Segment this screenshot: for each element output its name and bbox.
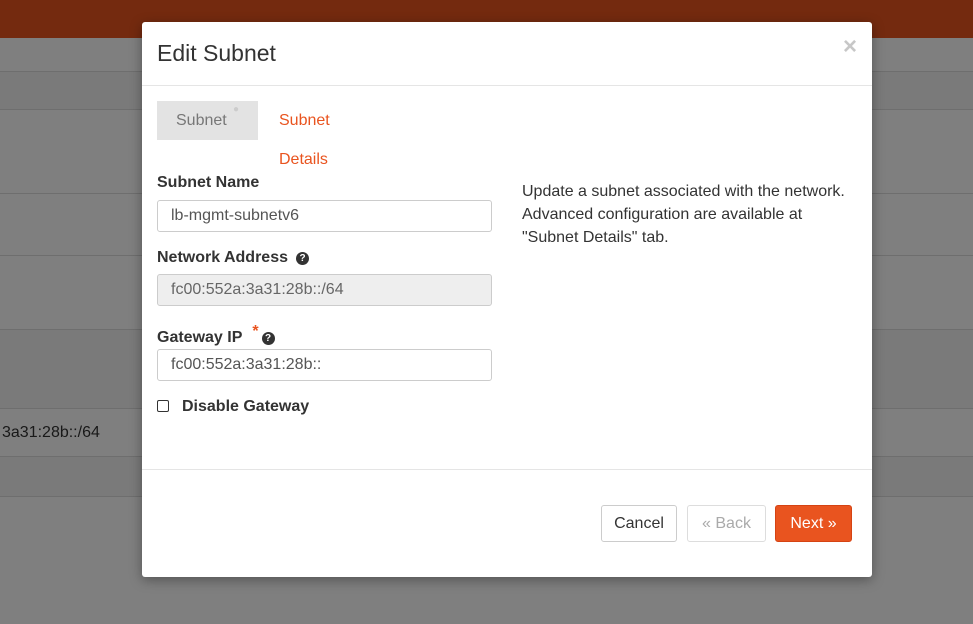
help-text: Update a subnet associated with the netw… bbox=[522, 183, 845, 246]
subnet-name-input[interactable]: lb-mgmt-subnetv6 bbox=[157, 200, 492, 232]
back-button[interactable]: « Back bbox=[687, 505, 766, 542]
next-button[interactable]: Next » bbox=[775, 505, 852, 542]
tab-subnet[interactable]: Subnet ● bbox=[157, 101, 258, 140]
close-icon[interactable]: × bbox=[843, 35, 857, 59]
disable-gateway-row[interactable]: Disable Gateway bbox=[157, 398, 309, 416]
required-indicator-icon: ● bbox=[233, 104, 240, 115]
required-star-icon: * bbox=[252, 323, 259, 340]
network-address-input: fc00:552a:3a31:28b::/64 bbox=[157, 274, 492, 306]
disable-gateway-checkbox[interactable] bbox=[157, 400, 169, 412]
tab-subnet-label: Subnet bbox=[176, 112, 227, 129]
edit-subnet-modal: Edit Subnet × Subnet ● Subnet Details Su… bbox=[142, 22, 872, 577]
gateway-ip-input[interactable]: fc00:552a:3a31:28b:: bbox=[157, 349, 492, 381]
question-circle-icon[interactable]: ? bbox=[296, 252, 309, 265]
gateway-ip-label: Gateway IP *? bbox=[157, 323, 275, 347]
question-circle-icon[interactable]: ? bbox=[261, 332, 275, 345]
subnet-name-label: Subnet Name bbox=[157, 174, 260, 191]
modal-footer-divider bbox=[142, 469, 872, 470]
network-address-label: Network Address? bbox=[157, 249, 309, 267]
modal-title: Edit Subnet bbox=[157, 40, 276, 66]
cancel-button[interactable]: Cancel bbox=[601, 505, 677, 542]
modal-header: Edit Subnet × bbox=[142, 22, 872, 86]
tab-subnet-details[interactable]: Subnet Details bbox=[279, 101, 330, 168]
disable-gateway-label: Disable Gateway bbox=[182, 398, 310, 415]
